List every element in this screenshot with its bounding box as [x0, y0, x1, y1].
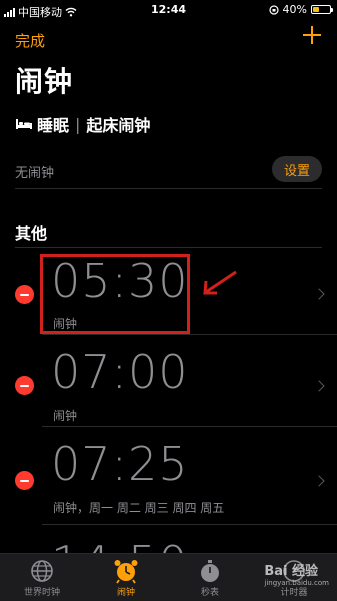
chevron-right-icon — [313, 288, 325, 300]
alarm-row[interactable]: 07:25 闹钟，周一 周二 周三 周四 周五 — [0, 427, 337, 525]
battery-icon — [311, 5, 333, 14]
plus-icon[interactable] — [301, 24, 323, 46]
stopwatch-icon — [201, 560, 219, 582]
page-title: 闹钟 — [15, 65, 74, 98]
red-arrow-icon — [203, 270, 237, 295]
watermark: Bai 经验 jingyan.baidu.com — [264, 560, 329, 587]
watermark-sub: jingyan.baidu.com — [264, 579, 329, 587]
globe-icon — [31, 560, 53, 582]
alarm-time: 14:50 — [51, 536, 189, 553]
status-right: 40% — [268, 3, 333, 16]
chevron-right-icon — [313, 475, 325, 487]
bed-icon — [16, 119, 32, 129]
no-alarm-label: 无闹钟 — [15, 166, 55, 181]
alarm-row[interactable]: 14:50 — [0, 526, 337, 553]
set-button[interactable]: 设置 — [272, 156, 322, 182]
chevron-right-icon — [313, 380, 325, 392]
tab-label: 世界时钟 — [23, 588, 60, 598]
watermark-text: Bai 经验 — [264, 564, 319, 579]
tab-alarm[interactable]: 闹钟 — [96, 558, 156, 598]
status-bar: 中国移动 12:44 40% — [0, 0, 337, 20]
alarm-time: 07:00 — [51, 345, 189, 399]
section-header-other: 其他 — [15, 224, 48, 243]
alarm-row[interactable]: 07:00 闹钟 — [0, 335, 337, 427]
sleep-separator: | — [75, 114, 81, 134]
alarm-label: 闹钟 — [53, 409, 78, 423]
battery-percent: 40% — [282, 3, 307, 16]
done-button[interactable]: 完成 — [15, 30, 45, 51]
tab-stopwatch[interactable]: 秒表 — [180, 558, 240, 598]
sleep-label: 睡眠 — [37, 116, 70, 135]
tab-label: 秒表 — [200, 588, 219, 598]
alarm-label: 闹钟，周一 周二 周三 周四 周五 — [53, 501, 225, 515]
divider — [42, 524, 337, 525]
alarm-time: 07:25 — [51, 437, 189, 491]
wake-alarm-label: 起床闹钟 — [86, 116, 151, 135]
highlight-box — [40, 254, 190, 334]
delete-minus-icon[interactable] — [15, 376, 34, 395]
tab-label: 闹钟 — [116, 588, 135, 598]
no-alarm-row: 无闹钟 设置 — [15, 150, 322, 189]
battery-fill — [313, 7, 320, 12]
delete-minus-icon[interactable] — [15, 471, 34, 490]
tab-world-clock[interactable]: 世界时钟 — [12, 558, 72, 598]
orientation-lock-icon — [268, 4, 279, 15]
alarm-clock-icon — [114, 560, 138, 584]
delete-minus-icon[interactable] — [15, 285, 34, 304]
sleep-wake-row[interactable]: 睡眠 | 起床闹钟 — [15, 112, 150, 136]
